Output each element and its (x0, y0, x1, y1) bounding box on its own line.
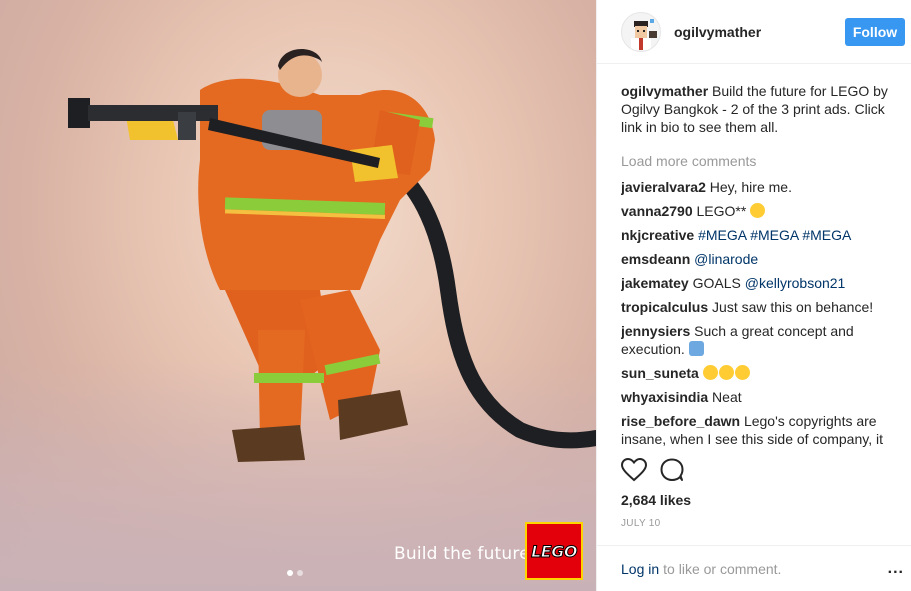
carousel-dot-active (287, 570, 293, 576)
avatar[interactable] (621, 11, 661, 52)
post-caption: ogilvymather Build the future for LEGO b… (621, 82, 891, 136)
comment-username[interactable]: nkjcreative (621, 227, 694, 243)
likes-count[interactable]: 2,684 likes (621, 492, 691, 508)
comment-icon[interactable] (659, 458, 685, 482)
heart-eyes-emoji-icon (702, 365, 718, 380)
comment-text: LEGO** (696, 203, 747, 219)
heart-icon[interactable] (621, 458, 647, 482)
carousel-indicator (287, 570, 303, 576)
post-date: JULY 10 (621, 518, 661, 529)
raised-hands-emoji-icon (688, 341, 704, 356)
post-footer: Log in to like or comment. ... (597, 545, 911, 591)
pixel-avatar-icon (631, 18, 657, 50)
login-prompt-text: to like or comment. (663, 560, 782, 577)
comment-username[interactable]: sun_suneta (621, 365, 699, 381)
header-username[interactable]: ogilvymather (674, 24, 845, 40)
comment-text: GOALS (692, 275, 741, 291)
hashtag-link[interactable]: #MEGA (698, 227, 746, 243)
post-image[interactable]: Build the future. LEGO (0, 0, 596, 591)
comment-row: vanna2790 LEGO** (621, 202, 891, 220)
caption-username[interactable]: ogilvymather (621, 83, 708, 99)
comment-username[interactable]: whyaxisindia (621, 389, 708, 405)
comment-username[interactable]: tropicalculus (621, 299, 708, 315)
comment-username[interactable]: rise_before_dawn (621, 413, 740, 429)
comment-row: whyaxisindia Neat (621, 388, 891, 406)
smiling-face-emoji-icon (750, 203, 766, 218)
mention-link[interactable]: @linarode (694, 251, 758, 267)
carousel-dot (297, 570, 303, 576)
post-header: ogilvymather Follow (597, 0, 911, 64)
comment-username[interactable]: javieralvara2 (621, 179, 706, 195)
comment-text: Neat (712, 389, 742, 405)
comment-row: sun_suneta (621, 364, 891, 382)
hashtag-link[interactable]: #MEGA (802, 227, 851, 243)
load-more-comments-link[interactable]: Load more comments (621, 152, 891, 170)
ad-tagline: Build the future. (394, 544, 536, 564)
post-actions (621, 458, 685, 482)
comment-row: tropicalculus Just saw this on behance! (621, 298, 891, 316)
lego-logo-text: LEGO (531, 541, 578, 561)
comment-username[interactable]: jakematey (621, 275, 689, 291)
lego-logo: LEGO (525, 522, 583, 580)
lego-firefighter-illustration (68, 48, 596, 462)
comment-row: jakematey GOALS @kellyrobson21 (621, 274, 891, 292)
comment-text: Hey, hire me. (709, 179, 792, 195)
comment-row: emsdeann @linarode (621, 250, 891, 268)
comment-row: rise_before_dawn Lego's copyrights are i… (621, 412, 891, 448)
comment-row: nkjcreative #MEGA #MEGA #MEGA (621, 226, 891, 244)
heart-eyes-emoji-icon (734, 365, 750, 380)
comment-username[interactable]: emsdeann (621, 251, 690, 267)
comment-username[interactable]: vanna2790 (621, 203, 693, 219)
comment-row: javieralvara2 Hey, hire me. (621, 178, 891, 196)
hashtag-link[interactable]: #MEGA (750, 227, 798, 243)
comments-list: ogilvymather Build the future for LEGO b… (621, 82, 891, 448)
mention-link[interactable]: @kellyrobson21 (745, 275, 846, 291)
post-sidebar: ogilvymather Follow ogilvymather Build t… (596, 0, 911, 591)
comment-row: jennysiers Such a great concept and exec… (621, 322, 891, 358)
more-options-icon[interactable]: ... (888, 560, 904, 578)
follow-button[interactable]: Follow (845, 17, 905, 46)
comment-username[interactable]: jennysiers (621, 323, 690, 339)
login-link[interactable]: Log in (621, 561, 659, 577)
heart-eyes-emoji-icon (718, 365, 734, 380)
comment-text: Just saw this on behance! (712, 299, 874, 315)
